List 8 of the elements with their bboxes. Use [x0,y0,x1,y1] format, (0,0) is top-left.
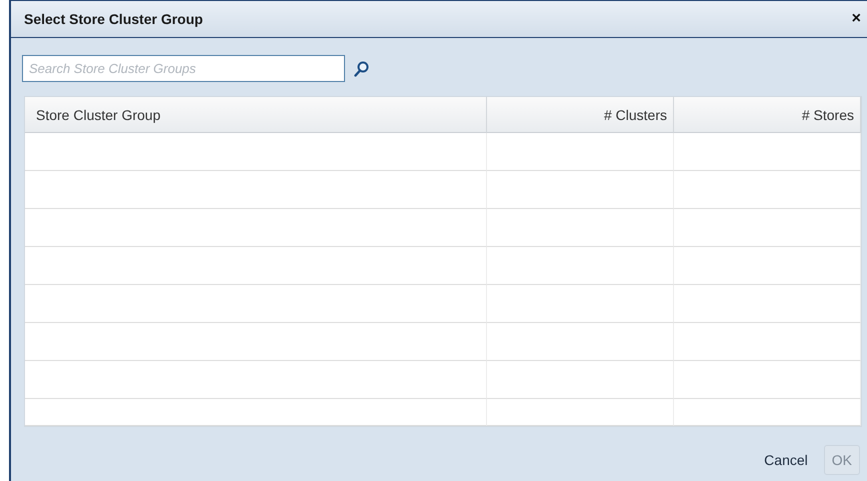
column-header[interactable]: # Stores [674,97,861,133]
column-header[interactable]: # Clusters [487,97,674,133]
cancel-button[interactable]: Cancel [756,445,816,475]
search-icon[interactable] [354,60,369,76]
window-title: Select Store Cluster Group [24,11,203,27]
close-button[interactable]: × [852,10,861,28]
column-header[interactable]: Store Cluster Group [25,97,487,133]
search-field[interactable]: Search Store Cluster Groups [22,55,345,82]
